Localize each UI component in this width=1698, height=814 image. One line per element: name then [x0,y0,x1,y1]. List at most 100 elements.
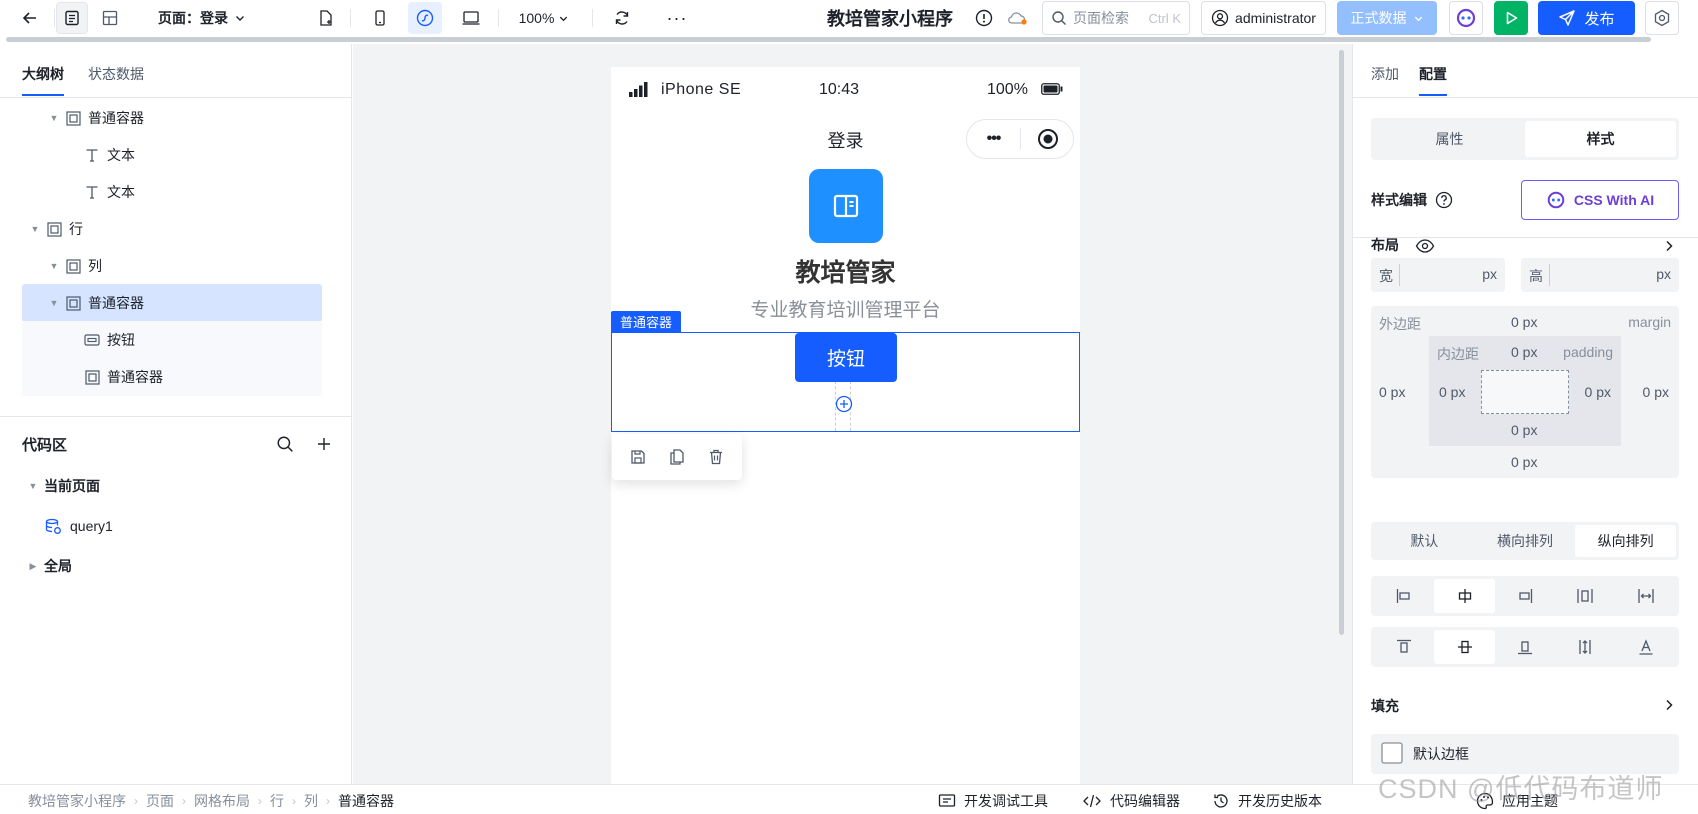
env-selector[interactable]: 正式数据 [1337,1,1437,35]
height-field[interactable]: 高 px [1521,258,1679,292]
align-bottom-icon[interactable] [1495,630,1555,664]
baseline-icon[interactable] [1616,630,1676,664]
capsule-menu[interactable]: ••• [966,119,1074,159]
tree-current-page[interactable]: ▼ 当前页面 [28,471,100,501]
breadcrumb-item[interactable]: 普通容器 [338,791,394,811]
vertical-scrollbar[interactable] [1339,50,1344,635]
tab-add[interactable]: 添加 [1371,64,1399,84]
battery-level: 100% [987,81,1028,98]
battery-icon [1041,83,1063,95]
page-search-input[interactable]: 页面检索 Ctrl K [1042,1,1190,35]
padding-right-value[interactable]: 0 px [1585,384,1611,400]
tab-state-data[interactable]: 状态数据 [88,64,144,84]
align-center-icon[interactable] [1434,579,1495,613]
align-top-icon[interactable] [1374,630,1434,664]
chevron-right-icon[interactable] [1663,239,1675,253]
direction-vertical[interactable]: 纵向排列 [1575,525,1677,557]
outline-view-icon[interactable] [56,2,88,34]
breadcrumb-item[interactable]: 列 [304,791,318,811]
query-item[interactable]: query1 [44,511,113,541]
miniprogram-device-icon[interactable] [408,2,442,34]
breadcrumb-item[interactable]: 页面 [146,791,174,811]
save-icon[interactable] [629,448,647,466]
padding-bottom-value[interactable]: 0 px [1511,422,1537,438]
layout-title-row[interactable]: 布局 [1371,234,1399,256]
caret-down-icon[interactable]: ▼ [49,298,59,308]
more-icon[interactable]: ··· [660,2,694,34]
zoom-selector[interactable]: 100% [512,2,576,34]
padding-top-value[interactable]: 0 px [1511,344,1537,360]
history-button[interactable]: 开发历史版本 [1212,791,1322,811]
tree-node[interactable]: ▼ 普通容器 [22,284,322,322]
style-edit-label: 样式编辑 [1371,192,1427,208]
desktop-device-icon[interactable] [454,2,488,34]
tree-node[interactable]: 按钮 [22,321,322,359]
margin-right-value[interactable]: 0 px [1643,384,1669,400]
refresh-icon[interactable] [606,2,638,34]
margin-bottom-value[interactable]: 0 px [1511,454,1537,470]
delete-icon[interactable] [707,448,725,466]
caret-down-icon[interactable]: ▼ [49,261,59,271]
space-between-icon[interactable] [1616,579,1676,613]
tree-node[interactable]: ▼ 行 [22,210,322,248]
align-middle-icon[interactable] [1434,630,1495,664]
caret-down-icon[interactable]: ▼ [30,224,40,234]
breadcrumb-item[interactable]: 行 [270,791,284,811]
direction-default[interactable]: 默认 [1374,525,1475,557]
margin-left-value[interactable]: 0 px [1379,384,1405,400]
stretch-icon[interactable] [1555,630,1615,664]
breadcrumb-item[interactable]: 教培管家小程序 [28,791,126,811]
dev-tools-button[interactable]: 开发调试工具 [938,791,1048,811]
segment-style[interactable]: 样式 [1525,121,1676,157]
code-editor-button[interactable]: 代码编辑器 [1082,791,1180,811]
database-icon [45,518,61,534]
copy-icon[interactable] [668,448,686,466]
breadcrumb-item[interactable]: 网格布局 [194,791,250,811]
eye-icon[interactable] [1415,238,1435,254]
mobile-device-icon[interactable] [364,2,396,34]
search-icon[interactable] [276,435,294,453]
tab-config[interactable]: 配置 [1419,64,1447,96]
caret-down-icon[interactable]: ▼ [49,113,59,123]
segment-properties[interactable]: 属性 [1374,121,1525,157]
align-right-icon[interactable] [1495,579,1555,613]
cloud-sync-icon[interactable] [1004,2,1030,34]
info-icon[interactable] [972,2,996,34]
publish-button[interactable]: 发布 [1538,1,1635,35]
help-icon[interactable] [1435,191,1453,209]
more-dots-icon[interactable]: ••• [967,130,1020,148]
tree-global[interactable]: ▶ 全局 [28,551,72,581]
tree-node[interactable]: ▼ 普通容器 [22,99,322,137]
new-page-icon[interactable] [310,2,342,34]
space-around-icon[interactable] [1555,579,1615,613]
tree-node[interactable]: ▼ 列 [22,247,322,285]
horizontal-scrollbar[interactable] [6,37,1651,42]
width-field[interactable]: 宽 px [1371,258,1505,292]
run-preview-button[interactable] [1494,1,1528,35]
settings-button[interactable] [1645,1,1679,35]
margin-top-value[interactable]: 0 px [1511,314,1537,330]
ai-assistant-button[interactable] [1449,1,1483,35]
plus-icon[interactable] [316,436,332,452]
selection-tag[interactable]: 普通容器 [611,311,682,332]
tree-node[interactable]: 文本 [22,173,322,211]
search-shortcut: Ctrl K [1148,10,1182,26]
padding-left-value[interactable]: 0 px [1439,384,1465,400]
chevron-right-icon[interactable] [1663,698,1675,712]
add-child-icon[interactable] [835,395,853,413]
tab-outline[interactable]: 大纲树 [22,64,64,96]
page-selector[interactable]: 页面：登录 [152,2,252,34]
history-icon [1214,794,1228,808]
user-menu[interactable]: administrator [1201,1,1326,35]
tree-node[interactable]: 普通容器 [22,358,322,396]
fill-section-header[interactable]: 填充 [1371,696,1399,716]
phone-button[interactable]: 按钮 [795,333,897,382]
direction-horizontal[interactable]: 横向排列 [1475,525,1576,557]
css-with-ai-button[interactable]: CSS With AI [1521,180,1679,220]
back-icon[interactable] [14,2,46,34]
user-icon [1211,9,1229,27]
close-miniprogram-icon[interactable] [1037,128,1059,150]
align-left-icon[interactable] [1374,579,1434,613]
tree-node[interactable]: 文本 [22,136,322,174]
layout-view-icon[interactable] [94,2,126,34]
